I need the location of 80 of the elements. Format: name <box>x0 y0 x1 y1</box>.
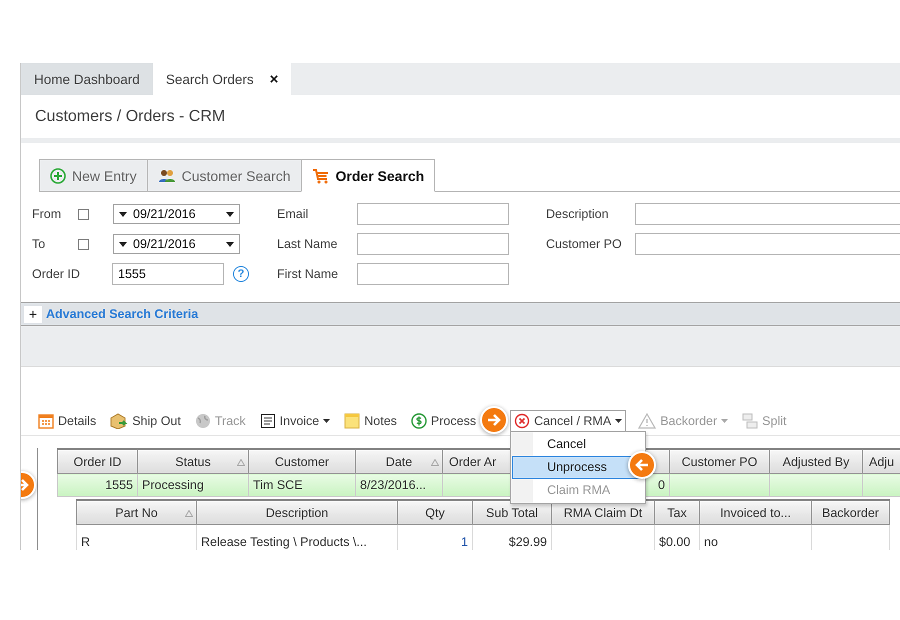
column-header[interactable]: Order ID <box>58 449 138 474</box>
column-header[interactable]: Invoiced to... <box>700 500 812 524</box>
toolbar-button[interactable]: Ship Out <box>108 410 183 432</box>
date-picker[interactable]: 09/21/2016 <box>113 204 240 224</box>
toolbar-button[interactable]: Process <box>408 410 478 432</box>
search-tab[interactable]: New Entry <box>39 159 147 192</box>
input-field[interactable] <box>357 233 509 255</box>
checkbox[interactable] <box>78 208 89 220</box>
column-header[interactable]: Sub Total <box>472 500 552 524</box>
toolbar-button[interactable]: Cancel / RMA <box>510 410 626 432</box>
column-header[interactable]: Description <box>196 500 398 524</box>
column-header[interactable]: Adjusted By <box>770 449 862 474</box>
toolbar-button[interactable]: Details <box>36 410 98 432</box>
cancel-icon <box>514 413 530 429</box>
column-header[interactable]: Adju <box>862 449 900 474</box>
field-label: Order ID <box>32 267 81 281</box>
column-header[interactable]: Customer <box>248 449 356 474</box>
column-header[interactable]: Customer PO <box>670 449 770 474</box>
input-field[interactable] <box>357 263 509 285</box>
column-header[interactable]: Date <box>356 449 442 474</box>
column-header[interactable]: Part No <box>76 500 196 524</box>
table-cell: no <box>704 535 718 549</box>
field-label: To <box>32 237 46 251</box>
table-cell: R <box>81 535 90 549</box>
caret-icon[interactable] <box>226 242 234 246</box>
input-field[interactable] <box>635 203 900 225</box>
calendar-icon <box>38 413 54 429</box>
sort-icon[interactable] <box>431 459 439 466</box>
table-cell[interactable]: 1555 <box>58 474 138 496</box>
field-label: Description <box>546 207 610 221</box>
caret-icon <box>721 419 728 423</box>
cart-icon <box>312 168 330 184</box>
field-label: Last Name <box>277 237 338 251</box>
sort-icon[interactable] <box>185 510 193 517</box>
column-header[interactable]: Tax <box>654 500 700 524</box>
column-header[interactable]: Backorder <box>812 500 890 524</box>
table-cell: 1 <box>461 535 468 549</box>
table-cell: Release Testing \ Products \... <box>201 535 367 549</box>
table-cell[interactable]: Tim SCE <box>248 474 356 496</box>
field-label: First Name <box>277 267 340 281</box>
table-cell: $29.99 <box>508 535 547 549</box>
column-header[interactable]: Qty <box>398 500 472 524</box>
help-icon[interactable]: ? <box>233 266 249 282</box>
order-id-field[interactable]: 1555 <box>112 263 224 285</box>
app-tab[interactable]: Search Orders × <box>152 63 292 95</box>
table-cell[interactable]: Processing <box>138 474 248 496</box>
caret-icon <box>323 419 330 423</box>
toolbar-button[interactable]: Invoice <box>258 410 332 432</box>
plus-icon <box>50 168 66 184</box>
warning-icon <box>638 413 656 429</box>
arrow-right-callout-icon <box>480 406 508 434</box>
document-icon <box>260 413 276 429</box>
sort-icon[interactable] <box>237 459 245 466</box>
field-label: From <box>32 207 62 221</box>
split-icon <box>742 413 758 429</box>
caret-icon[interactable] <box>119 212 127 216</box>
search-tab[interactable]: Order Search <box>300 159 436 192</box>
page-title: Customers / Orders - CRM <box>34 107 226 127</box>
app-tab[interactable]: Home Dashboard <box>21 63 153 95</box>
globe-icon <box>194 413 211 429</box>
close-icon[interactable]: × <box>270 70 278 88</box>
date-picker[interactable]: 09/21/2016 <box>113 234 240 254</box>
toolbar-button[interactable]: Notes <box>342 410 399 432</box>
money-icon <box>410 413 427 429</box>
input-field[interactable] <box>635 233 900 255</box>
field-label: Email <box>277 207 310 221</box>
caret-icon[interactable] <box>226 212 234 216</box>
caret-icon[interactable] <box>119 242 127 246</box>
column-header[interactable]: Status <box>138 449 248 474</box>
search-tab[interactable]: Customer Search <box>146 159 301 192</box>
table-cell: $0.00 <box>659 535 690 549</box>
checkbox[interactable] <box>78 238 89 250</box>
input-field[interactable] <box>357 203 509 225</box>
note-icon <box>344 413 360 429</box>
expand-button[interactable]: + <box>24 306 42 322</box>
caret-icon <box>615 419 622 423</box>
box-icon <box>110 413 128 429</box>
people-icon <box>158 168 176 182</box>
table-cell[interactable]: 8/23/2016... <box>356 474 442 496</box>
field-label: Customer PO <box>546 237 623 251</box>
